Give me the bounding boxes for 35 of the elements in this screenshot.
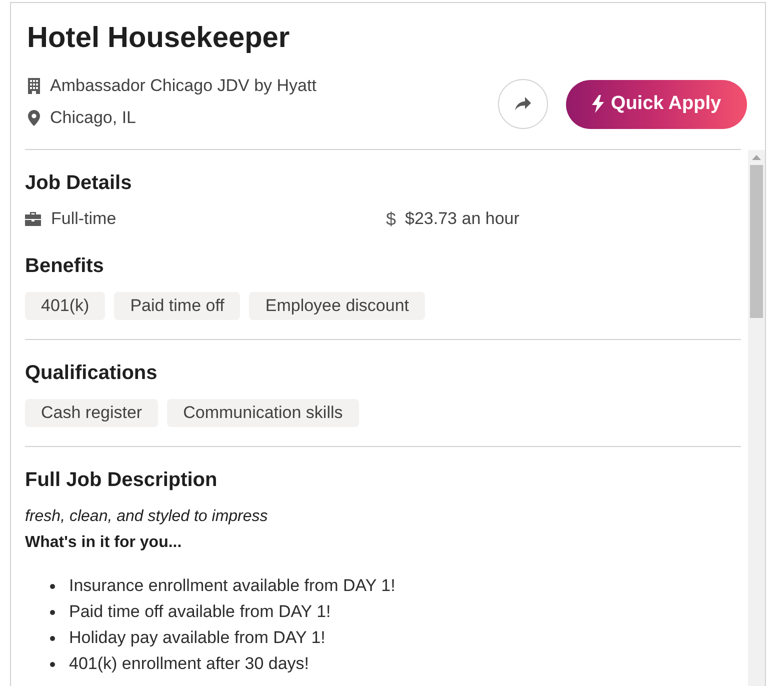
tag: Paid time off: [114, 292, 240, 320]
tag: Cash register: [25, 399, 158, 427]
pay-rate: $23.73 an hour: [405, 208, 520, 230]
dollar-icon: $: [386, 207, 396, 231]
bullet-icon: [50, 636, 55, 640]
briefcase-icon: [25, 212, 41, 226]
section-heading: Benefits: [25, 254, 104, 279]
share-button[interactable]: [498, 79, 548, 129]
lightning-bolt-icon: [592, 95, 604, 113]
section-heading: Qualifications: [25, 361, 158, 386]
quick-apply-button[interactable]: Quick Apply: [566, 80, 747, 128]
bullet-icon: [50, 662, 55, 666]
description-subheading: What's in it for you...: [25, 533, 182, 553]
description-tagline: fresh, clean, and styled to impress: [25, 507, 268, 527]
job-location: Chicago, IL: [50, 107, 136, 129]
company-name: Ambassador Chicago JDV by Hyatt: [50, 75, 316, 97]
job-title: Hotel Housekeeper: [27, 21, 290, 56]
tag: Communication skills: [167, 399, 359, 427]
bullet-icon: [50, 584, 55, 588]
tag: 401(k): [25, 292, 106, 320]
scrollbar[interactable]: [748, 150, 765, 686]
scrollbar-thumb[interactable]: [750, 165, 763, 318]
tag: Employee discount: [249, 292, 426, 320]
section-heading: Job Details: [25, 171, 132, 196]
list-item: Insurance enrollment available from DAY 1!: [69, 575, 396, 597]
building-icon: [28, 78, 40, 94]
share-arrow-icon: [515, 97, 531, 111]
list-item: Holiday pay available from DAY 1!: [69, 627, 326, 649]
list-item: Paid time off available from DAY 1!: [69, 601, 331, 623]
location-pin-icon: [28, 110, 40, 126]
section-heading: Full Job Description: [25, 468, 218, 493]
scroll-up-arrow-icon: [752, 155, 761, 160]
bullet-icon: [50, 610, 55, 614]
list-item: 401(k) enrollment after 30 days!: [69, 653, 310, 675]
job-type: Full-time: [51, 208, 116, 230]
